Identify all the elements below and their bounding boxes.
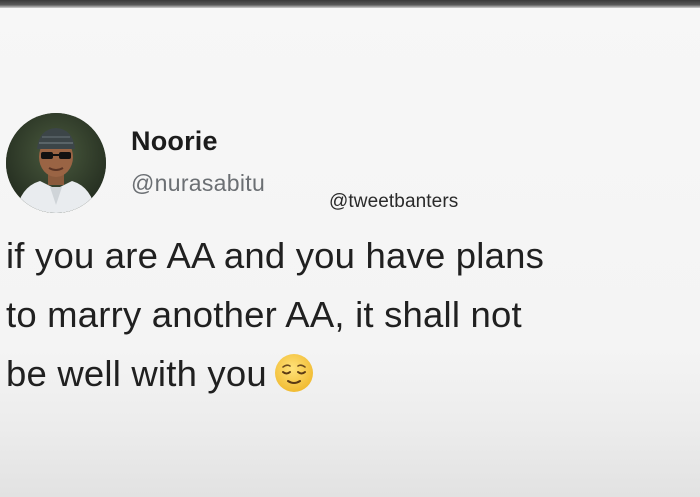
relieved-face-icon bbox=[273, 352, 315, 411]
top-edge-bar bbox=[0, 0, 700, 8]
author-handle[interactable]: @nurasabitu bbox=[131, 170, 265, 197]
watermark-handle: @tweetbanters bbox=[329, 191, 459, 212]
tweet-body: if you are AA and you have plans to marr… bbox=[6, 226, 696, 411]
author-display-name[interactable]: Noorie bbox=[131, 126, 218, 157]
profile-photo-icon bbox=[6, 113, 106, 213]
tweet-line-2: to marry another AA, it shall not bbox=[6, 294, 522, 335]
tweet-line-3-text: be well with you bbox=[6, 353, 267, 394]
screenshot-page: Noorie @nurasabitu @tweetbanters if you … bbox=[0, 0, 700, 497]
tweet-line-1: if you are AA and you have plans bbox=[6, 235, 545, 276]
avatar[interactable] bbox=[6, 113, 106, 213]
tweet-line-3: be well with you bbox=[6, 344, 696, 411]
